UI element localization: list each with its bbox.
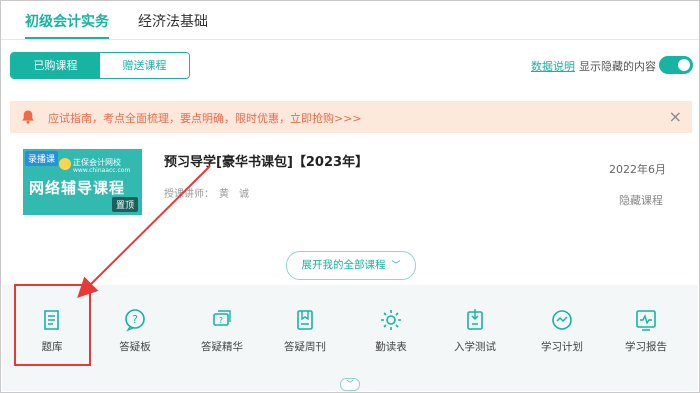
thumb-url: www.chinaacc.com bbox=[73, 167, 131, 174]
hide-course-button[interactable]: 隐藏课程 bbox=[619, 192, 663, 208]
learning-tools-bar: 题库 ? 答疑板 ? 答疑精华 答疑周刊 勤读表 入学测试 学习计划 学习报告 bbox=[2, 285, 698, 391]
course-title[interactable]: 预习导学[豪华书课包]【2023年】 bbox=[164, 151, 368, 170]
subject-tabs: 初级会计实务 经济法基础 bbox=[1, 1, 699, 40]
course-date: 2022年6月 bbox=[609, 163, 666, 176]
tool-study-report[interactable]: 学习报告 bbox=[606, 307, 686, 354]
tool-qa-weekly[interactable]: 答疑周刊 bbox=[265, 307, 345, 354]
thumb-title: 网络辅导课程 bbox=[29, 179, 126, 197]
show-hidden-toggle[interactable] bbox=[659, 56, 693, 74]
tool-reading-table[interactable]: 勤读表 bbox=[351, 307, 431, 354]
study-plan-icon bbox=[552, 310, 572, 330]
bell-icon bbox=[22, 110, 34, 124]
svg-text:?: ? bbox=[219, 316, 223, 325]
tool-label: 学习报告 bbox=[625, 341, 667, 353]
tool-label: 勤读表 bbox=[375, 341, 407, 353]
tab-economic-law[interactable]: 经济法基础 bbox=[138, 11, 208, 31]
tool-study-plan[interactable]: 学习计划 bbox=[522, 307, 602, 354]
purchased-courses-button[interactable]: 已购课程 bbox=[11, 53, 100, 78]
reading-table-icon bbox=[381, 310, 401, 330]
tool-qa-highlights[interactable]: ? 答疑精华 bbox=[182, 307, 262, 354]
expand-all-courses-button[interactable]: 展开我的全部课程 ﹀ bbox=[286, 251, 416, 280]
tool-label: 答疑周刊 bbox=[284, 341, 326, 353]
tool-label: 答疑精华 bbox=[201, 341, 243, 353]
gifted-courses-button[interactable]: 赠送课程 bbox=[100, 53, 189, 78]
qa-highlights-icon: ? bbox=[213, 310, 231, 326]
expand-label: 展开我的全部课程 bbox=[301, 259, 386, 271]
data-note-link[interactable]: 数据说明 bbox=[531, 58, 575, 74]
show-hidden-label: 显示隐藏的内容 bbox=[579, 60, 656, 73]
chevron-down-icon: ﹀ bbox=[391, 261, 401, 271]
recorded-tag: 录播课 bbox=[25, 151, 59, 166]
study-report-icon bbox=[636, 310, 656, 331]
tab-accounting-practice[interactable]: 初级会计实务 bbox=[25, 11, 109, 39]
teacher-name: 黄 诚 bbox=[219, 189, 249, 200]
pinned-badge: 置顶 bbox=[111, 197, 138, 212]
expand-tools-chevron-icon[interactable]: ﹀ bbox=[340, 378, 360, 391]
tool-label: 答疑板 bbox=[119, 341, 151, 353]
annotation-highlight-box bbox=[14, 284, 91, 366]
close-icon[interactable]: × bbox=[669, 107, 682, 126]
tool-label: 学习计划 bbox=[541, 341, 583, 353]
toggle-knob bbox=[678, 59, 690, 71]
notice-banner[interactable]: 应试指南，考点全面梳理，要点明确，限时优惠，立即抢购>>> × bbox=[10, 101, 692, 133]
course-type-switch: 已购课程 赠送课程 bbox=[10, 52, 190, 79]
svg-text:?: ? bbox=[132, 313, 138, 326]
tool-qa-board[interactable]: ? 答疑板 bbox=[95, 307, 175, 354]
qa-board-icon: ? bbox=[125, 309, 145, 332]
qa-weekly-icon bbox=[297, 310, 313, 330]
notice-text[interactable]: 应试指南，考点全面梳理，要点明确，限时优惠，立即抢购>>> bbox=[48, 110, 362, 126]
course-thumbnail[interactable]: 录播课 正保会计网校 www.chinaacc.com 网络辅导课程 置顶 bbox=[23, 149, 142, 215]
teacher-label: 授课讲师： bbox=[164, 189, 214, 200]
tool-entrance-test[interactable]: 入学测试 bbox=[435, 307, 515, 354]
entrance-test-icon bbox=[467, 309, 483, 330]
brand-logo-icon bbox=[59, 158, 71, 170]
tool-label: 入学测试 bbox=[454, 341, 496, 353]
